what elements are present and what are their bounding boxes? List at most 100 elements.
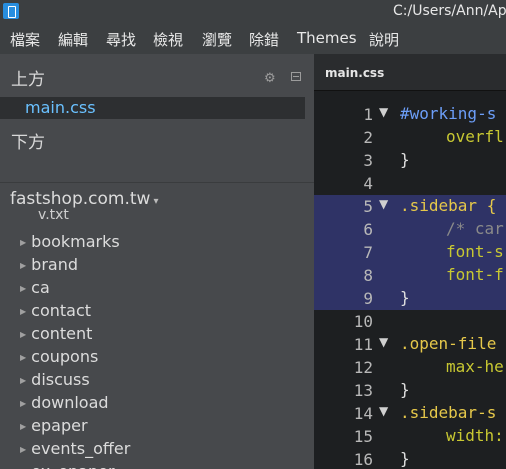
line-number: 9 [363,289,373,308]
line-number: 10 [353,312,373,331]
chevron-right-icon: ▶ [20,376,27,385]
folder-label: events_offer [31,439,131,458]
menu-navigate[interactable]: 瀏覽 [202,29,232,50]
folder-label: coupons [31,347,99,366]
code-line[interactable]: 3} [314,149,506,172]
line-number: 7 [363,243,373,262]
code-text: width: [446,426,504,445]
working-file-label: main.css [25,98,96,117]
chevron-right-icon: ▶ [20,422,27,431]
chevron-right-icon: ▶ [20,284,27,293]
line-number: 14 [353,404,373,423]
code-text: font-s [446,242,504,261]
fold-arrow-icon[interactable]: ▼ [379,105,388,119]
split-view-icon[interactable] [291,72,301,81]
menu-bar: 檔案 編輯 尋找 檢視 瀏覽 除錯 Themes 說明 [0,24,506,54]
tree-folder[interactable]: ▶ contact [20,301,91,324]
line-number: 12 [353,358,373,377]
line-number: 3 [363,151,373,170]
folder-label: ex_epaper [31,462,114,469]
chevron-right-icon: ▶ [20,445,27,454]
folder-label: contact [31,301,92,320]
tree-folder[interactable]: ▶ events_offer [20,439,130,462]
chevron-right-icon: ▶ [20,307,27,316]
folder-label: ca [31,278,50,297]
code-text: max-he [446,357,504,376]
menu-view[interactable]: 檢視 [153,29,183,50]
project-dropdown[interactable]: fastshop.com.tw ▾ [10,189,158,209]
chevron-right-icon: ▶ [20,261,27,270]
code-text: overfl [446,127,504,146]
code-line[interactable]: 7 font-s [314,241,506,264]
chevron-right-icon: ▶ [20,399,27,408]
title-bar: C:/Users/Ann/Ap [0,0,506,24]
tree-folder[interactable]: ▶ content [20,324,92,347]
code-line[interactable]: 16} [314,448,506,469]
code-line[interactable]: 10 [314,310,506,333]
code-line[interactable]: 15 width: [314,425,506,448]
menu-find[interactable]: 尋找 [106,29,136,50]
line-number: 8 [363,266,373,285]
line-number: 16 [353,450,373,469]
window-title: C:/Users/Ann/Ap [393,3,506,19]
code-text: #working-s [400,104,497,123]
menu-help[interactable]: 說明 [369,29,399,50]
code-text: font-f [446,265,504,284]
code-line[interactable]: 11 ▼ .open-file [314,333,506,356]
tree-folder[interactable]: ▶ discuss [20,370,90,393]
code-line[interactable]: 2 overfl [314,126,506,149]
menu-themes[interactable]: Themes [297,29,357,47]
line-number: 5 [363,197,373,216]
code-line[interactable]: 6 /* car [314,218,506,241]
line-number: 6 [363,220,373,239]
line-number: 13 [353,381,373,400]
code-line[interactable]: 14 ▼ .sidebar-s [314,402,506,425]
chevron-right-icon: ▶ [20,330,27,339]
folder-label: content [31,324,93,343]
fold-arrow-icon[interactable]: ▼ [379,335,388,349]
code-line[interactable]: 9} [314,287,506,310]
code-line[interactable]: 4 [314,172,506,195]
code-text: } [400,380,410,399]
menu-file[interactable]: 檔案 [10,29,40,50]
line-number: 4 [363,174,373,193]
project-name: fastshop.com.tw [10,189,151,209]
app-icon [3,3,19,19]
code-line[interactable]: 13} [314,379,506,402]
chevron-right-icon: ▶ [20,238,27,247]
tree-folder[interactable]: ▶ bookmarks [20,232,120,255]
tree-item-partial[interactable]: v.txt [38,207,69,223]
gear-icon[interactable]: ⚙ [264,71,276,86]
code-line[interactable]: 1 ▼ #working-s [314,103,506,126]
tree-folder[interactable]: ▶ brand [20,255,78,278]
editor-tab[interactable]: main.css [325,66,384,80]
code-line[interactable]: 5 ▼ .sidebar { [314,195,506,218]
folder-label: brand [31,255,78,274]
chevron-down-icon: ▾ [153,196,159,207]
chevron-right-icon: ▶ [20,353,27,362]
fold-arrow-icon[interactable]: ▼ [379,197,388,211]
sidebar-divider [0,182,314,183]
fold-arrow-icon[interactable]: ▼ [379,404,388,418]
folder-label: epaper [31,416,88,435]
working-files-header: 上方 [11,70,45,90]
menu-edit[interactable]: 編輯 [58,29,88,50]
tree-folder[interactable]: ▶ coupons [20,347,98,370]
folder-label: bookmarks [31,232,120,251]
tree-folder[interactable]: ▶ex_epaper [20,462,115,469]
code-line[interactable]: 12 max-he [314,356,506,379]
tree-folder[interactable]: ▶ epaper [20,416,88,439]
code-line[interactable]: 8 font-f [314,264,506,287]
folder-label: download [31,393,109,412]
folder-label: discuss [31,370,90,389]
code-text: } [400,449,410,468]
menu-debug[interactable]: 除錯 [249,29,279,50]
editor-tab-bar: main.css [314,54,506,91]
tree-folder[interactable]: ▶ ca [20,278,50,301]
tree-folder[interactable]: ▶ download [20,393,109,416]
code-editor[interactable]: main.css 1 ▼ #working-s 2 overfl 3} 4 5 ▼ .sideba… [314,54,506,469]
working-file-item[interactable]: main.css [0,97,305,119]
line-number: 11 [353,335,373,354]
lower-pane-header: 下方 [11,133,45,153]
line-number: 1 [363,105,373,124]
